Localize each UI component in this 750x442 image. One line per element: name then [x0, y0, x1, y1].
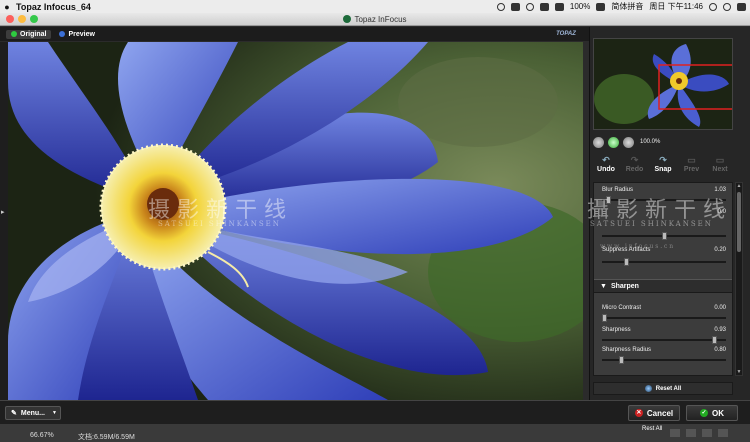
scroll-up-icon[interactable]: ▲ — [736, 183, 742, 189]
chevron-down-icon: ▼ — [52, 410, 57, 416]
tool-icon-2[interactable] — [686, 429, 696, 437]
scroll-down-icon[interactable]: ▼ — [736, 369, 742, 375]
window-title: Topaz InFocus — [0, 15, 750, 24]
zoom-fit-icon[interactable] — [608, 136, 619, 148]
siri-icon[interactable] — [723, 2, 731, 11]
undo-icon: ↶ — [602, 155, 610, 165]
topaz-logo-icon — [343, 15, 352, 23]
setting-2-knob[interactable] — [662, 232, 667, 240]
clock[interactable]: 周日 下午11:46 — [649, 1, 703, 12]
preview-dot-icon — [59, 31, 66, 37]
micro-contrast-row: Micro Contrast 0.00 — [602, 305, 726, 311]
volume-icon[interactable] — [554, 2, 564, 11]
next-button[interactable]: ▭ Next — [707, 155, 733, 177]
redo-button[interactable]: ↷ Redo — [622, 155, 648, 177]
suppress-artifacts-slider[interactable] — [602, 258, 726, 266]
history-actions: ↶ Undo ↷ Redo ↷ Snap ▭ Prev ▭ Next — [593, 155, 733, 177]
watermark-url: w w w . i n f o c u s . c n — [600, 243, 674, 250]
suppress-artifacts-knob[interactable] — [624, 258, 629, 266]
settings-scrollbar[interactable]: ▲ ▼ — [735, 182, 743, 376]
zoom-out-icon[interactable] — [593, 136, 604, 148]
notification-center-icon[interactable] — [737, 2, 746, 11]
input-method[interactable]: 简体拼音 — [611, 1, 643, 12]
cancel-button[interactable]: ✕ Cancel — [628, 405, 680, 421]
bottom-action-bar: ✎ Menu... ▼ ✕ Cancel ✓ OK — [0, 400, 750, 424]
snap-button[interactable]: ↷ Snap — [650, 155, 676, 177]
battery-icon[interactable] — [596, 2, 606, 11]
watermark-right-sub: SATSUEI SHINKANSEN — [590, 220, 713, 228]
zoom-controls: 100.0% — [593, 135, 733, 149]
sharpness-slider[interactable] — [602, 336, 726, 344]
expand-left-icon: ▸ — [1, 209, 5, 216]
original-dot-icon — [11, 31, 17, 37]
navigator-preview[interactable] — [593, 38, 733, 130]
setting-2-slider[interactable] — [602, 232, 726, 240]
next-icon: ▭ — [715, 155, 725, 165]
cancel-icon: ✕ — [634, 409, 643, 417]
micro-contrast-knob[interactable] — [602, 314, 607, 322]
micro-contrast-slider[interactable] — [602, 314, 726, 322]
check-icon: ✓ — [700, 409, 708, 417]
collapse-arrow-icon: ▼ — [600, 282, 607, 290]
zoom-in-icon[interactable] — [623, 136, 634, 148]
wrench-icon: ✎ — [11, 410, 17, 417]
zoom-percent: 100.0% — [640, 139, 661, 145]
prev-button[interactable]: ▭ Prev — [679, 155, 705, 177]
watermark-left-sub: SATSUEI SHINKANSEN — [158, 220, 281, 228]
app-menu-name[interactable]: Topaz Infocus_64 — [16, 2, 91, 12]
system-menubar: ● Topaz Infocus_64 100% 简体拼音 周日 下午11:46 — [0, 0, 750, 13]
sharpness-radius-slider[interactable] — [602, 356, 726, 364]
image-canvas[interactable]: 摄 影 新 干 线 SATSUEI SHINKANSEN — [8, 42, 583, 400]
tool-icon-3[interactable] — [702, 429, 712, 437]
tab-original[interactable]: Original — [6, 29, 52, 39]
status-document-size: 文档:6.59M/6.59M — [78, 434, 135, 441]
snap-icon: ↷ — [659, 155, 667, 165]
sharpness-radius-row: Sharpness Radius 0.80 — [602, 347, 726, 353]
prev-icon: ▭ — [687, 155, 696, 165]
status-app-icon[interactable] — [510, 2, 520, 11]
ok-button[interactable]: ✓ OK — [686, 405, 738, 421]
wifi-icon[interactable] — [539, 2, 549, 11]
search-icon[interactable] — [709, 2, 717, 11]
menubar-status-area: 100% 简体拼音 周日 下午11:46 — [496, 1, 750, 12]
battery-percent: 100% — [569, 2, 591, 11]
tab-preview[interactable]: Preview — [54, 30, 99, 39]
redo-icon: ↷ — [630, 155, 639, 165]
lotus-photo — [8, 42, 583, 400]
sharpness-radius-knob[interactable] — [619, 356, 624, 364]
tool-icon-4[interactable] — [718, 429, 728, 437]
scroll-thumb[interactable] — [737, 192, 741, 252]
reset-globe-icon — [644, 385, 652, 392]
window-titlebar: Topaz InFocus — [0, 13, 750, 26]
status-bar: 66.67% 文档:6.59M/6.59M Rest All — [0, 424, 750, 442]
view-tabs: Original Preview — [0, 27, 590, 41]
left-panel-toggle[interactable]: ▸ — [0, 42, 8, 400]
sharpen-section-header[interactable]: ▼ Sharpen — [594, 279, 732, 293]
sharpness-row: Sharpness 0.93 — [602, 327, 726, 333]
status-zoom: 66.67% — [30, 432, 54, 439]
tool-icon-1[interactable] — [670, 429, 680, 437]
status-side-icons — [660, 425, 750, 441]
topaz-brand-logo: TOPAZ — [556, 31, 576, 37]
reset-all-button[interactable]: Reset All — [593, 382, 733, 395]
sharpness-knob[interactable] — [712, 336, 717, 344]
apple-menu-icon[interactable]: ● — [0, 2, 14, 12]
status-circle-icon[interactable] — [496, 2, 505, 11]
menu-button[interactable]: ✎ Menu... ▼ — [5, 406, 61, 420]
undo-button[interactable]: ↶ Undo — [593, 155, 619, 177]
navigator-thumbnail — [594, 39, 732, 129]
status-sync-icon[interactable] — [525, 2, 534, 11]
